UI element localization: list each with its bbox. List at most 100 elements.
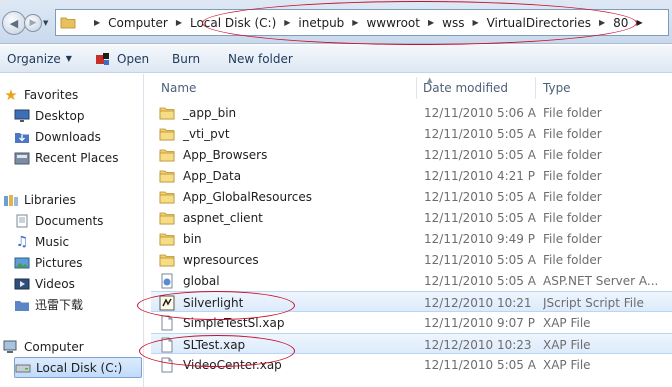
file-name: App_GlobalResources [183,189,313,204]
nav-libraries[interactable]: Libraries [3,189,76,210]
column-header-type[interactable]: Type [543,74,663,102]
file-name: SLTest.xap [183,337,246,352]
folder-icon [159,189,175,205]
open-app-icon [96,52,109,65]
crumb-80[interactable]: 80 [613,16,628,30]
chevron-right-icon[interactable]: ▶ [176,18,182,27]
file-type: XAP File [543,315,591,330]
file-date: 12/12/2010 10:23 ... [424,337,536,352]
videos-icon [14,276,30,292]
column-header-name[interactable]: Name [161,74,415,102]
chevron-right-icon[interactable]: ▶ [472,18,478,27]
recent-places-icon [14,150,30,166]
folder-icon [159,105,175,121]
chevron-right-icon[interactable]: ▶ [94,18,100,27]
nav-label: 迅雷下载 [35,298,84,312]
forward-button[interactable]: ▶ [24,14,42,32]
burn-button[interactable]: Burn [166,45,206,73]
computer-icon [3,339,19,355]
file-name-cell: _app_bin [159,102,407,123]
chevron-right-icon[interactable]: ▶ [428,18,434,27]
file-date: 12/11/2010 5:05 AM [424,147,536,162]
back-button[interactable]: ◀ [2,11,26,35]
nav-music[interactable]: ♫ Music [14,231,69,252]
nav-label: Music [35,234,70,249]
address-bar[interactable]: ▶ Computer ▶ Local Disk (C:) ▶ inetpub ▶… [55,9,669,36]
chevron-right-icon[interactable]: ▶ [599,18,605,27]
file-name-cell: _vti_pvt [159,123,407,144]
nav-label: Computer [24,339,84,354]
open-button[interactable]: Open [89,45,155,73]
file-name: App_Data [183,168,242,183]
file-row[interactable]: App_Data 12/11/2010 4:21 PM File folder [151,165,672,186]
file-date: 12/11/2010 4:21 PM [424,168,536,183]
folder-icon [159,210,175,226]
column-separator[interactable] [416,77,417,99]
nav-desktop[interactable]: Desktop [14,105,85,126]
music-icon: ♫ [15,233,29,250]
burn-label: Burn [172,51,201,66]
file-icon [159,337,175,353]
file-type: XAP File [543,357,591,372]
file-name-cell: bin [159,228,407,249]
column-separator[interactable] [535,77,536,99]
chevron-right-icon[interactable]: ▶ [636,18,642,27]
nav-label: Downloads [35,129,101,144]
nav-pictures[interactable]: Pictures [14,252,83,273]
column-date-label: Date modified [423,81,509,95]
nav-favorites[interactable]: ★ Favorites [3,84,78,105]
file-type: File folder [543,252,602,267]
file-date: 12/11/2010 5:05 AM [424,126,536,141]
nav-documents[interactable]: Documents [14,210,103,231]
nav-recent-places[interactable]: Recent Places [14,147,118,168]
file-row[interactable]: VideoCenter.xap 12/11/2010 5:05 AM XAP Fil… [151,354,672,375]
file-name: SimpleTestSl.xap [183,315,285,330]
file-row[interactable]: App_GlobalResources 12/11/2010 5:05 AM Fil… [151,186,672,207]
documents-icon [14,213,30,229]
file-row[interactable]: _app_bin 12/11/2010 5:06 AM File folder [151,102,672,123]
file-row[interactable]: bin 12/11/2010 9:49 PM File folder [151,228,672,249]
pane-divider[interactable] [143,74,144,387]
nav-label: Desktop [35,108,85,123]
file-row[interactable]: App_Browsers 12/11/2010 5:05 AM File folde… [151,144,672,165]
new-folder-label: New folder [228,51,293,66]
file-row[interactable]: SimpleTestSl.xap 12/11/2010 9:07 PM XAP Fi… [151,312,672,333]
file-row[interactable]: aspnet_client 12/11/2010 5:05 AM File fold… [151,207,672,228]
column-header-date[interactable]: Date modified [423,74,535,102]
file-type: File folder [543,147,602,162]
history-dropdown-icon[interactable]: ▼ [43,19,48,27]
crumb-wwwroot[interactable]: wwwroot [366,16,420,30]
file-row[interactable]: _vti_pvt 12/11/2010 5:05 AM File folder [151,123,672,144]
file-row[interactable]: SLTest.xap 12/12/2010 10:23 ... XAP File [151,333,672,354]
organize-button[interactable]: Organize ▼ [1,45,78,73]
nav-computer[interactable]: Computer [3,336,84,357]
nav-local-disk[interactable]: Local Disk (C:) [14,357,142,378]
file-type: File folder [543,168,602,183]
file-icon [159,315,175,331]
crumb-wss[interactable]: wss [442,16,464,30]
file-row[interactable]: wpresources 12/11/2010 5:05 AM File folder [151,249,672,270]
address-bar-area: ◀ ▶ ▼ ▶ Computer ▶ Local Disk (C:) ▶ ine… [0,0,672,45]
chevron-right-icon[interactable]: ▶ [284,18,290,27]
crumb-virtualdirectories[interactable]: VirtualDirectories [487,16,591,30]
nav-downloads[interactable]: Downloads [14,126,101,147]
file-name-cell: SLTest.xap [159,334,407,355]
file-icon [159,357,175,373]
file-name-cell: App_Data [159,165,407,186]
crumb-computer[interactable]: Computer [108,16,168,30]
file-type: File folder [543,210,602,225]
file-type: ASP.NET Server A... [543,273,659,288]
nav-videos[interactable]: Videos [14,273,75,294]
file-row[interactable]: global 12/11/2010 5:05 AM ASP.NET Server A… [151,270,672,291]
crumb-local-disk[interactable]: Local Disk (C:) [190,16,276,30]
asax-file-icon [159,273,175,289]
file-name: bin [183,231,202,246]
nav-thunder-downloads[interactable]: 迅雷下载 [14,294,83,315]
chevron-right-icon[interactable]: ▶ [352,18,358,27]
file-name-cell: wpresources [159,249,407,270]
crumb-inetpub[interactable]: inetpub [298,16,344,30]
new-folder-button[interactable]: New folder [222,45,299,73]
file-row[interactable]: Silverlight 12/12/2010 10:21 ... JScript S… [151,291,672,312]
breadcrumb: ▶ Computer ▶ Local Disk (C:) ▶ inetpub ▶… [86,16,643,30]
file-type: File folder [543,126,602,141]
